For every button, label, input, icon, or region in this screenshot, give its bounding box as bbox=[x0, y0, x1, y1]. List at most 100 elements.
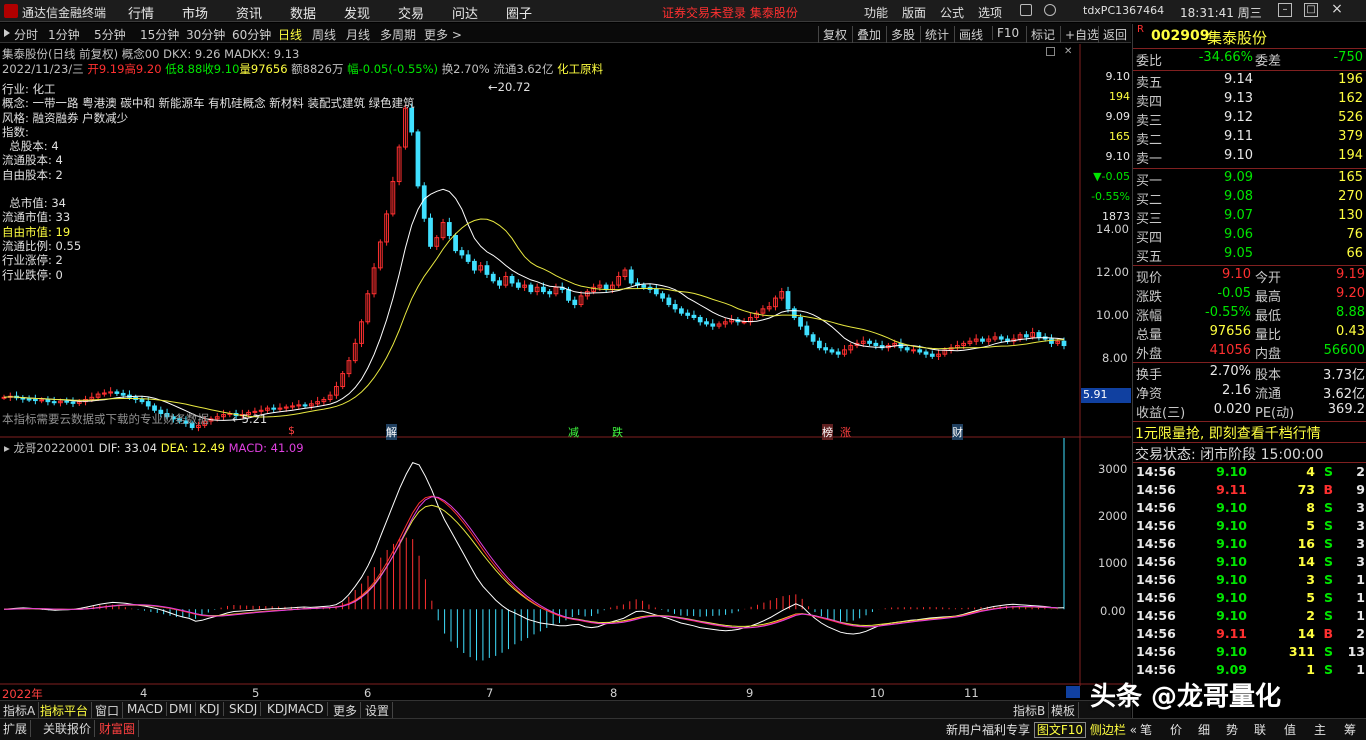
book-row[interactable]: 卖二 9.11 379 bbox=[1133, 129, 1366, 148]
period-daily[interactable]: 日线 bbox=[278, 26, 302, 43]
tick-row[interactable]: 14:56 9.10 16 S 3 bbox=[1133, 536, 1366, 554]
menu-zixun[interactable]: 资讯 bbox=[236, 3, 262, 22]
btn-xi[interactable]: 细 bbox=[1198, 721, 1210, 738]
menu-jiaoyi[interactable]: 交易 bbox=[398, 3, 424, 22]
candle-body bbox=[446, 222, 452, 237]
tool-tongji[interactable]: 统计 bbox=[920, 26, 949, 43]
period-15min[interactable]: 15分钟 bbox=[140, 26, 179, 43]
tab-more[interactable]: 更多 bbox=[330, 702, 362, 719]
new-user-promo[interactable]: 新用户福利专享 图文F10 侧边栏 « bbox=[946, 721, 1137, 738]
tab-window[interactable]: 窗口 bbox=[92, 702, 124, 719]
period-fenshi[interactable]: 分时 bbox=[14, 26, 38, 43]
book-row[interactable]: 买三 9.07 130 bbox=[1133, 208, 1366, 227]
macd-expand-icon[interactable]: ▸ bbox=[4, 441, 10, 455]
macd-svg[interactable] bbox=[0, 438, 1131, 686]
tool-fuquan[interactable]: 复权 bbox=[818, 26, 847, 43]
period-monthly[interactable]: 月线 bbox=[346, 26, 370, 43]
book-row[interactable]: 买一 9.09 165 bbox=[1133, 170, 1366, 189]
tab-dmi[interactable]: DMI bbox=[166, 702, 197, 716]
event-marker[interactable]: $ bbox=[288, 424, 295, 437]
menu-faxian[interactable]: 发现 bbox=[344, 3, 370, 22]
tool-fanhui[interactable]: 返回 bbox=[1098, 26, 1127, 43]
btn-jia[interactable]: 价 bbox=[1170, 721, 1182, 738]
promo-f10[interactable]: 图文F10 bbox=[1033, 722, 1087, 738]
menu-xuanxiang[interactable]: 选项 bbox=[978, 4, 1002, 21]
tick-row[interactable]: 14:56 9.10 5 S 1 bbox=[1133, 590, 1366, 608]
btn-shi[interactable]: 势 bbox=[1226, 721, 1238, 738]
menu-shuju[interactable]: 数据 bbox=[290, 3, 316, 22]
period-multi[interactable]: 多周期 bbox=[380, 26, 416, 43]
book-row[interactable]: 卖一 9.10 194 bbox=[1133, 148, 1366, 167]
tab-kdj[interactable]: KDJ bbox=[196, 702, 224, 716]
book-row[interactable]: 卖四 9.13 162 bbox=[1133, 91, 1366, 110]
btn-chou[interactable]: 筹 bbox=[1344, 721, 1356, 738]
period-1min[interactable]: 1分钟 bbox=[48, 26, 80, 43]
close-panel-icon[interactable]: ✕ bbox=[1064, 46, 1072, 57]
mail-icon[interactable] bbox=[1020, 4, 1032, 16]
macd-chart[interactable]: ▸ 龙哥20220001 DIF: 33.04 DEA: 12.49 MACD:… bbox=[0, 438, 1131, 686]
tab-template[interactable]: 模板 bbox=[1048, 702, 1080, 719]
tick-row[interactable]: 14:56 9.10 311 S 13 bbox=[1133, 644, 1366, 662]
bar-sector[interactable]: 化工原料 bbox=[557, 62, 603, 76]
close-icon[interactable]: × bbox=[1330, 2, 1344, 17]
tick-row[interactable]: 14:56 9.11 14 B 2 bbox=[1133, 626, 1366, 644]
book-row[interactable]: 买四 9.06 76 bbox=[1133, 227, 1366, 246]
menu-gongneng[interactable]: 功能 bbox=[864, 4, 888, 21]
tick-row[interactable]: 14:56 9.10 4 S 2 bbox=[1133, 464, 1366, 482]
tab-indicator-b[interactable]: 指标B bbox=[1010, 702, 1050, 719]
tool-zixuan[interactable]: +自选 bbox=[1060, 26, 1099, 43]
tool-duogu[interactable]: 多股 bbox=[886, 26, 915, 43]
user-icon[interactable] bbox=[1044, 4, 1056, 16]
tool-huaxian[interactable]: 画线 bbox=[954, 26, 983, 43]
tool-biaoji[interactable]: 标记 bbox=[1026, 26, 1055, 43]
btn-lian[interactable]: 联 bbox=[1254, 721, 1266, 738]
book-row[interactable]: 卖五 9.14 196 bbox=[1133, 72, 1366, 91]
promo-banner[interactable]: 1元限量抢, 即刻查看千档行情 bbox=[1135, 423, 1321, 443]
tick-row[interactable]: 14:56 9.10 8 S 3 bbox=[1133, 500, 1366, 518]
menu-gongshi[interactable]: 公式 bbox=[940, 4, 964, 21]
btn-zhi[interactable]: 值 bbox=[1284, 721, 1296, 738]
candle-body bbox=[152, 405, 157, 411]
menu-banmian[interactable]: 版面 bbox=[902, 4, 926, 21]
period-more[interactable]: 更多 > bbox=[424, 26, 462, 43]
maximize-icon[interactable]: □ bbox=[1304, 3, 1318, 17]
tab-related-quote[interactable]: 关联报价 bbox=[40, 720, 96, 737]
fund-label: PE(动) bbox=[1255, 406, 1295, 421]
book-row[interactable]: 买五 9.05 66 bbox=[1133, 246, 1366, 265]
book-row[interactable]: 卖三 9.12 526 bbox=[1133, 110, 1366, 129]
tab-settings[interactable]: 设置 bbox=[362, 702, 394, 719]
promo-sidebar[interactable]: 侧边栏 bbox=[1090, 723, 1126, 737]
menu-wenda[interactable]: 问达 bbox=[452, 3, 478, 22]
kline-chart[interactable]: 集泰股份(日线 前复权) 概念00 DKX: 9.26 MADKX: 9.13 … bbox=[0, 44, 1131, 442]
book-row[interactable]: 买二 9.08 270 bbox=[1133, 189, 1366, 208]
tick-row[interactable]: 14:56 9.10 14 S 3 bbox=[1133, 554, 1366, 572]
tab-macd[interactable]: MACD bbox=[124, 702, 167, 716]
minimize-icon[interactable]: – bbox=[1278, 3, 1292, 17]
period-30min[interactable]: 30分钟 bbox=[186, 26, 225, 43]
tool-diejia[interactable]: 叠加 bbox=[852, 26, 881, 43]
tick-row[interactable]: 14:56 9.11 73 B 9 bbox=[1133, 482, 1366, 500]
tab-skdj[interactable]: SKDJ bbox=[226, 702, 262, 716]
tab-indicator-platform[interactable]: 指标平台 bbox=[37, 702, 93, 719]
menu-quanzi[interactable]: 圈子 bbox=[506, 3, 532, 22]
tick-row[interactable]: 14:56 9.10 5 S 3 bbox=[1133, 518, 1366, 536]
menu-shichang[interactable]: 市场 bbox=[182, 3, 208, 22]
tool-f10[interactable]: F10 bbox=[992, 26, 1019, 40]
tick-row[interactable]: 14:56 9.10 2 S 1 bbox=[1133, 608, 1366, 626]
period-5min[interactable]: 5分钟 bbox=[94, 26, 126, 43]
tab-extend[interactable]: 扩展 bbox=[0, 720, 32, 737]
tab-kdjmacd[interactable]: KDJMACD bbox=[264, 702, 328, 716]
expand-icon[interactable] bbox=[4, 29, 10, 37]
tab-indicator-a[interactable]: 指标A bbox=[0, 702, 40, 719]
scroll-handle[interactable] bbox=[1066, 686, 1080, 698]
btn-zhu[interactable]: 主 bbox=[1314, 721, 1326, 738]
tab-wealth-circle[interactable]: 财富圈 bbox=[96, 720, 140, 737]
login-warning[interactable]: 证券交易未登录 集泰股份 bbox=[662, 4, 798, 21]
menu-hangqing[interactable]: 行情 bbox=[128, 3, 154, 22]
tick-row[interactable]: 14:56 9.10 3 S 1 bbox=[1133, 572, 1366, 590]
macd-name[interactable]: 龙哥20220001 bbox=[13, 441, 98, 455]
btn-bi[interactable]: 笔 bbox=[1140, 721, 1152, 738]
period-weekly[interactable]: 周线 bbox=[312, 26, 336, 43]
period-60min[interactable]: 60分钟 bbox=[232, 26, 271, 43]
settings-icon[interactable] bbox=[1046, 47, 1055, 56]
